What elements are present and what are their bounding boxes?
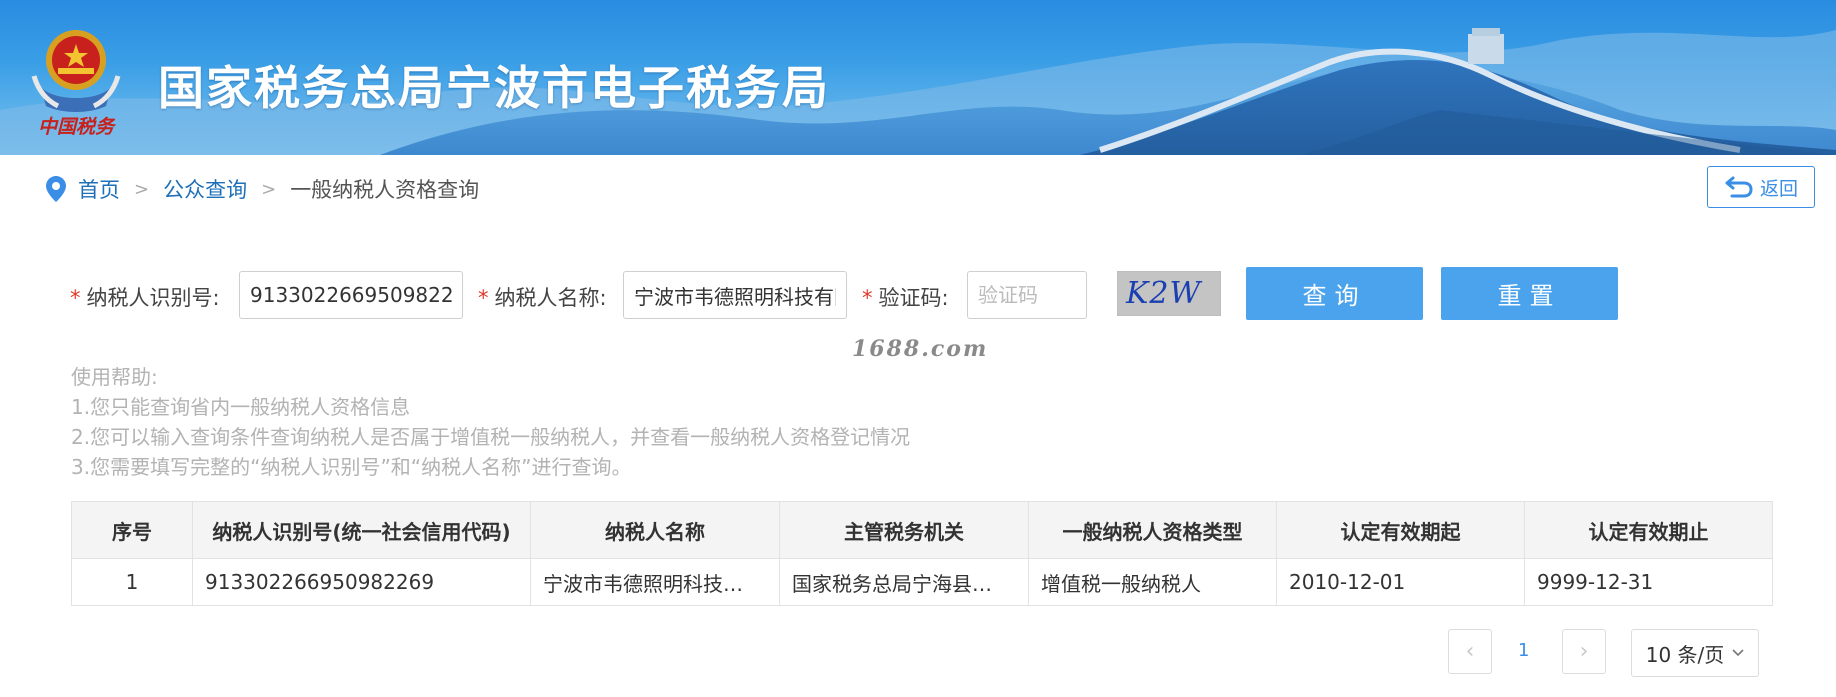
prev-page-button[interactable]: ‹ [1448,629,1492,674]
captcha-input[interactable] [967,271,1087,319]
header-banner: 中国税务 国家税务总局宁波市电子税务局 [0,0,1836,155]
column-header-qualification-type: 一般纳税人资格类型 [1028,501,1277,559]
taxpayer-name-label: * 纳税人名称: [478,286,607,310]
cell-valid-to: 9999-12-31 [1524,558,1773,606]
column-header-index: 序号 [71,501,193,559]
column-header-taxpayer-name: 纳税人名称 [530,501,780,559]
taxpayer-name-input[interactable] [623,271,847,319]
breadcrumb-separator: > [261,178,277,200]
back-button-label: 返回 [1759,177,1798,200]
captcha-image[interactable]: K2W [1117,271,1221,316]
result-table: 序号 纳税人识别号(统一社会信用代码) 纳税人名称 主管税务机关 一般纳税人资格… [71,501,1773,606]
breadcrumb: 首页 > 公众查询 > 一般纳税人资格查询 [46,174,479,204]
page-size-select[interactable]: 10 条/页 [1631,629,1759,677]
column-header-taxpayer-id: 纳税人识别号(统一社会信用代码) [192,501,531,559]
column-header-valid-from: 认定有效期起 [1276,501,1525,559]
breadcrumb-public-query-link[interactable]: 公众查询 [163,174,247,204]
usage-help: 使用帮助: 1.您只能查询省内一般纳税人资格信息 2.您可以输入查询条件查询纳税… [71,362,910,482]
help-title: 使用帮助: [71,365,158,389]
cell-taxpayer-id: 913302266950982269 [192,558,531,606]
back-button[interactable]: 返回 [1707,166,1815,208]
column-header-valid-to: 认定有效期止 [1524,501,1773,559]
breadcrumb-separator: > [134,178,150,200]
emblem-caption: 中国税务 [38,116,115,138]
chevron-left-icon: ‹ [1465,639,1475,664]
breadcrumb-current: 一般纳税人资格查询 [290,178,480,202]
watermark: 1688.com [852,336,989,362]
help-line: 1.您只能查询省内一般纳税人资格信息 [71,395,411,419]
help-line: 2.您可以输入查询条件查询纳税人是否属于增值税一般纳税人，并查看一般纳税人资格登… [71,425,911,449]
cell-index: 1 [71,558,193,606]
page-size-value: 10 条/页 [1645,642,1725,667]
captcha-label: * 验证码: [862,286,949,310]
location-pin-icon [46,176,66,202]
next-page-button[interactable]: › [1562,629,1606,674]
page-number-current[interactable]: 1 [1518,640,1529,661]
cell-tax-authority: 国家税务总局宁海县… [779,558,1029,606]
chevron-right-icon: › [1579,639,1589,664]
cell-qualification-type: 增值税一般纳税人 [1028,558,1277,606]
table-header-row: 序号 纳税人识别号(统一社会信用代码) 纳税人名称 主管税务机关 一般纳税人资格… [71,501,1773,559]
cell-valid-from: 2010-12-01 [1276,558,1525,606]
site-title: 国家税务总局宁波市电子税务局 [158,61,830,115]
taxpayer-id-label: * 纳税人识别号: [70,286,220,310]
column-header-tax-authority: 主管税务机关 [779,501,1029,559]
breadcrumb-home-link[interactable]: 首页 [78,174,120,204]
table-row: 1 913302266950982269 宁波市韦德照明科技… 国家税务总局宁海… [71,558,1773,606]
cell-taxpayer-name: 宁波市韦德照明科技… [530,558,780,606]
reset-button[interactable]: 重置 [1441,267,1618,320]
captcha-text: K2W [1126,276,1202,311]
taxpayer-id-input[interactable] [239,271,463,319]
return-arrow-icon [1725,176,1753,198]
help-line: 3.您需要填写完整的“纳税人识别号”和“纳税人名称”进行查询。 [71,455,632,479]
chevron-down-icon [1732,649,1744,657]
query-button[interactable]: 查询 [1246,267,1423,320]
